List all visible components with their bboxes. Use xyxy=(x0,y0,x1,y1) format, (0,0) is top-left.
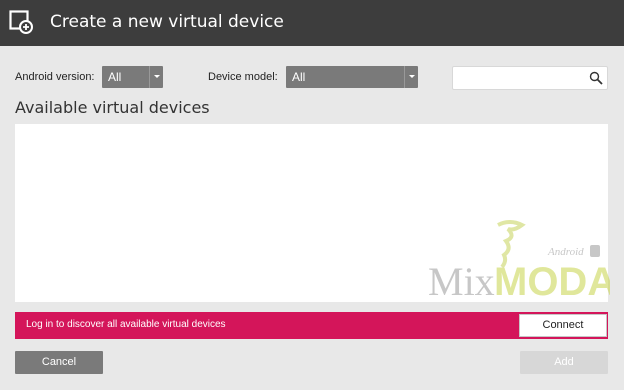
android-version-value: All xyxy=(108,70,122,84)
android-version-label: Android version: xyxy=(15,71,95,83)
watermark-logo: Mix MODA Android xyxy=(428,220,610,304)
device-model-value: All xyxy=(292,70,306,84)
chevron-down-icon[interactable] xyxy=(149,66,163,88)
android-version-select[interactable]: All xyxy=(102,66,163,88)
cancel-button[interactable]: Cancel xyxy=(15,351,103,374)
device-model-select[interactable]: All xyxy=(286,66,418,88)
section-title: Available virtual devices xyxy=(15,98,210,117)
new-device-icon xyxy=(9,10,33,34)
chevron-down-icon[interactable] xyxy=(404,66,418,88)
login-banner: Log in to discover all available virtual… xyxy=(15,312,608,339)
device-model-label: Device model: xyxy=(208,71,278,83)
svg-text:MODA: MODA xyxy=(494,260,610,304)
search-input[interactable] xyxy=(452,66,608,90)
window-title: Create a new virtual device xyxy=(50,12,284,32)
login-message: Log in to discover all available virtual… xyxy=(26,319,226,330)
search-icon[interactable] xyxy=(589,71,603,85)
svg-text:Android: Android xyxy=(547,246,584,258)
connect-button[interactable]: Connect xyxy=(519,314,607,337)
title-bar: Create a new virtual device xyxy=(0,0,624,46)
add-button[interactable]: Add xyxy=(520,351,608,374)
svg-text:Mix: Mix xyxy=(428,259,495,304)
